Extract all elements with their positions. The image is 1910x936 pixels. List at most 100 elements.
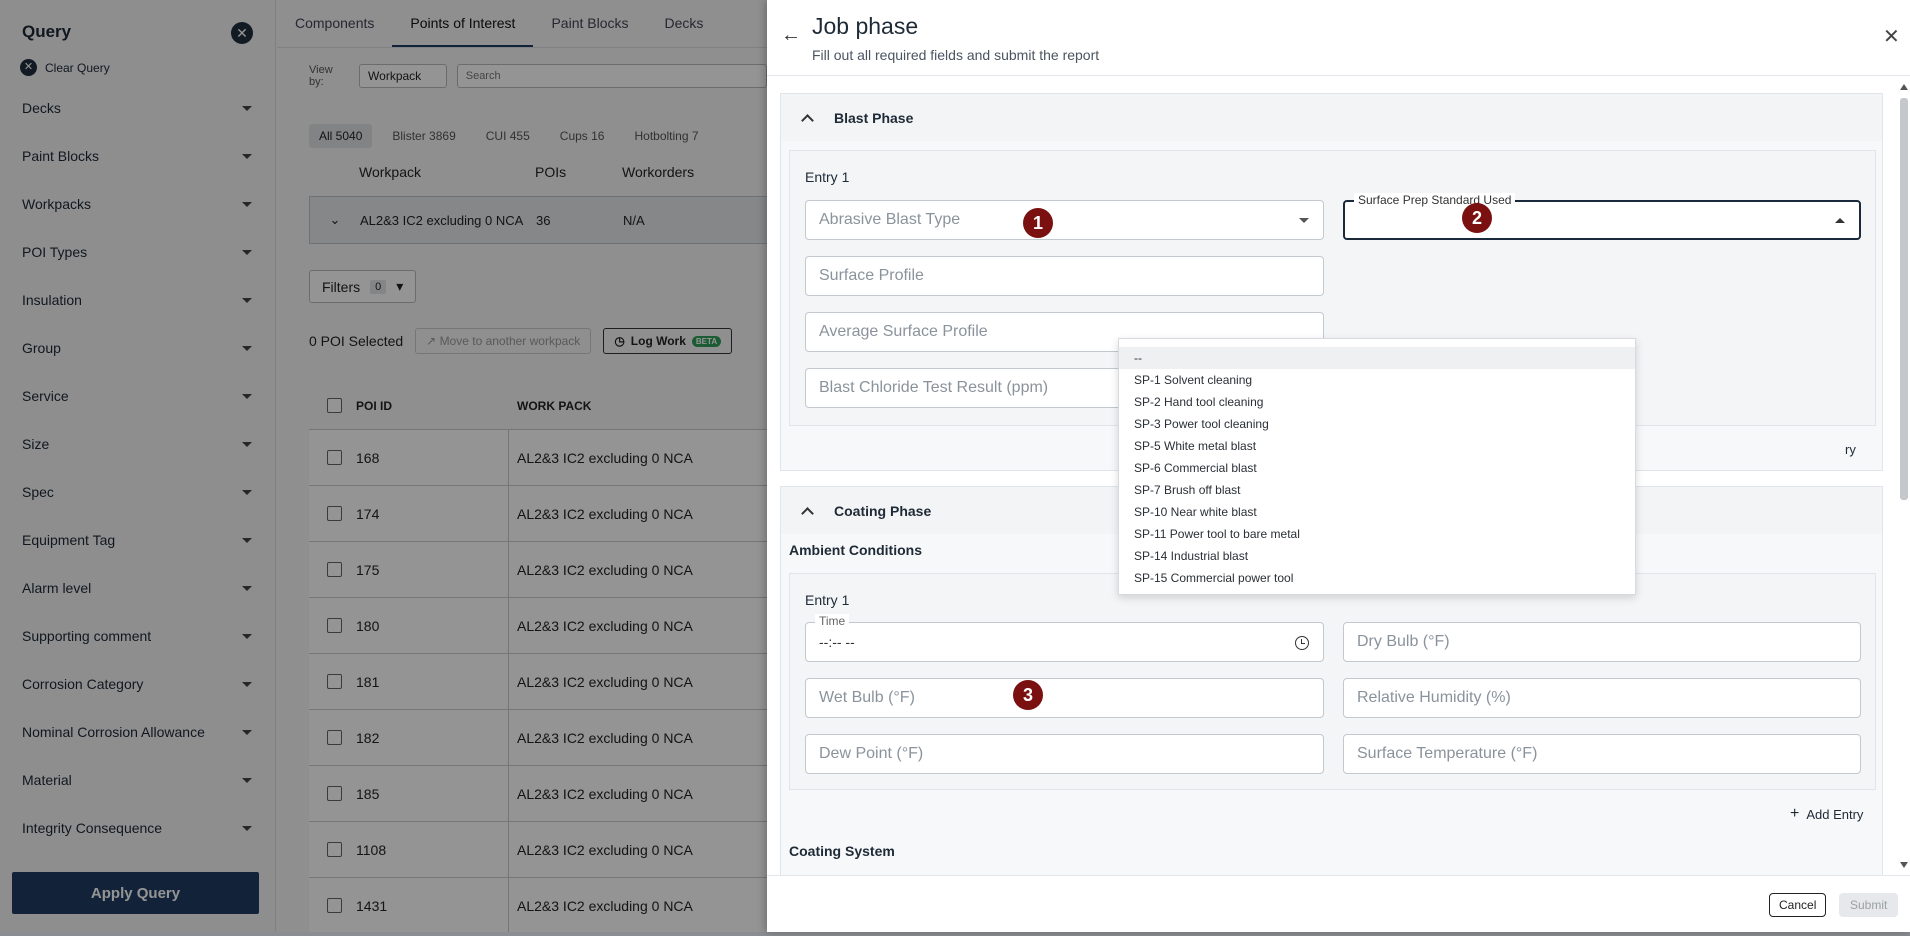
dropdown-option[interactable]: SP-6 Commercial blast — [1119, 457, 1635, 479]
scrollbar-thumb[interactable] — [1900, 98, 1908, 500]
clear-query-button[interactable]: ✕ Clear Query — [20, 59, 110, 76]
surface-profile-field[interactable]: Surface Profile — [805, 256, 1324, 296]
row-checkbox[interactable] — [327, 842, 342, 857]
chip-all[interactable]: All 5040 — [309, 124, 373, 148]
dropdown-option[interactable]: SP-15 Commercial power tool — [1119, 567, 1635, 589]
filter-equipment-tag[interactable]: Equipment Tag — [0, 516, 276, 564]
workpack-header: Workpack — [359, 164, 421, 180]
dropdown-option[interactable]: SP-11 Power tool to bare metal — [1119, 523, 1635, 545]
chevron-up-icon[interactable] — [801, 113, 814, 127]
row-checkbox[interactable] — [327, 898, 342, 913]
filter-group[interactable]: Group — [0, 324, 276, 372]
scroll-down-icon[interactable] — [1900, 862, 1908, 868]
poi-page: Components Points of Interest Paint Bloc… — [277, 0, 767, 932]
move-workpack-button[interactable]: ↗ Move to another workpack — [415, 328, 592, 354]
filter-service[interactable]: Service — [0, 372, 276, 420]
dropdown-option[interactable]: -- — [1119, 347, 1635, 369]
row-checkbox[interactable] — [327, 618, 342, 633]
tab-decks[interactable]: Decks — [647, 0, 722, 47]
row-checkbox[interactable] — [327, 450, 342, 465]
relative-humidity-field[interactable]: Relative Humidity (%) — [1343, 678, 1861, 718]
dry-bulb-field[interactable]: Dry Bulb (°F) — [1343, 622, 1861, 662]
dropdown-option[interactable]: SP-14 Industrial blast — [1119, 545, 1635, 567]
filter-decks[interactable]: Decks — [0, 84, 276, 132]
filter-label: Corrosion Category — [22, 676, 144, 692]
close-query-icon[interactable]: ✕ — [231, 22, 253, 44]
filter-size[interactable]: Size — [0, 420, 276, 468]
blast-add-entry-button[interactable]: ry — [1845, 442, 1856, 457]
table-row[interactable]: 181 AL2&3 IC2 excluding 0 NCA — [309, 654, 767, 710]
chip-hotbolting[interactable]: Hotbolting 7 — [624, 124, 708, 148]
dropdown-option[interactable]: SP-3 Power tool cleaning — [1119, 413, 1635, 435]
surface-prep-select[interactable]: Surface Prep Standard Used — [1343, 193, 1861, 240]
filter-supporting-comment[interactable]: Supporting comment — [0, 612, 276, 660]
wet-bulb-field[interactable]: Wet Bulb (°F) — [805, 678, 1324, 718]
chevron-down-icon[interactable]: ⌄ — [310, 212, 360, 228]
chip-cui[interactable]: CUI 455 — [476, 124, 540, 148]
time-input[interactable]: Time --:-- -- — [805, 614, 1324, 662]
tab-paint-blocks[interactable]: Paint Blocks — [533, 0, 646, 47]
select-all-checkbox[interactable] — [327, 398, 342, 413]
table-row[interactable]: 174 AL2&3 IC2 excluding 0 NCA — [309, 486, 767, 542]
filter-insulation[interactable]: Insulation — [0, 276, 276, 324]
chip-blister[interactable]: Blister 3869 — [382, 124, 465, 148]
poi-workpack: AL2&3 IC2 excluding 0 NCA — [508, 598, 693, 653]
view-by-select[interactable]: Workpack — [359, 64, 447, 88]
ambient-add-entry-button[interactable]: + Add Entry — [1790, 805, 1863, 823]
row-checkbox[interactable] — [327, 674, 342, 689]
cancel-button[interactable]: Cancel — [1769, 893, 1827, 917]
table-row[interactable]: 168 AL2&3 IC2 excluding 0 NCA — [309, 430, 767, 486]
table-row[interactable]: 1431 AL2&3 IC2 excluding 0 NCA — [309, 878, 767, 932]
filter-workpacks[interactable]: Workpacks — [0, 180, 276, 228]
dropdown-option[interactable]: SP-2 Hand tool cleaning — [1119, 391, 1635, 413]
filter-corrosion-category[interactable]: Corrosion Category — [0, 660, 276, 708]
log-work-label: Log Work — [630, 334, 686, 348]
poi-id: 168 — [356, 449, 380, 466]
filter-nominal-corrosion-allowance[interactable]: Nominal Corrosion Allowance — [0, 708, 276, 756]
dropdown-option[interactable]: SP-5 White metal blast — [1119, 435, 1635, 457]
table-row[interactable]: 180 AL2&3 IC2 excluding 0 NCA — [309, 598, 767, 654]
filter-alarm-level[interactable]: Alarm level — [0, 564, 276, 612]
workpack-row[interactable]: ⌄ AL2&3 IC2 excluding 0 NCA 36 N/A — [309, 196, 767, 244]
clock-icon[interactable] — [1295, 636, 1309, 650]
back-arrow-icon[interactable]: ← — [781, 24, 801, 47]
log-work-button[interactable]: ◷ Log Work BETA — [603, 328, 733, 354]
scroll-up-icon[interactable] — [1900, 84, 1908, 90]
workpack-pois: 36 — [536, 212, 551, 228]
dew-point-field[interactable]: Dew Point (°F) — [805, 734, 1324, 774]
filter-integrity-consequence[interactable]: Integrity Consequence — [0, 804, 276, 852]
filter-material[interactable]: Material — [0, 756, 276, 804]
dropdown-option[interactable]: SP-7 Brush off blast — [1119, 479, 1635, 501]
chevron-up-icon[interactable] — [801, 506, 814, 520]
filters-button[interactable]: Filters 0 ▾ — [309, 270, 417, 303]
filter-paint-blocks[interactable]: Paint Blocks — [0, 132, 276, 180]
coating-phase-title: Coating Phase — [834, 502, 932, 519]
table-row[interactable]: 1108 AL2&3 IC2 excluding 0 NCA — [309, 822, 767, 878]
tab-components[interactable]: Components — [277, 0, 392, 47]
surface-temperature-field[interactable]: Surface Temperature (°F) — [1343, 734, 1861, 774]
filter-spec[interactable]: Spec — [0, 468, 276, 516]
table-row[interactable]: 182 AL2&3 IC2 excluding 0 NCA — [309, 710, 767, 766]
apply-query-button[interactable]: Apply Query — [12, 872, 259, 914]
row-checkbox[interactable] — [327, 730, 342, 745]
dropdown-option[interactable]: SP-10 Near white blast — [1119, 501, 1635, 523]
dropdown-option[interactable]: SP-1 Solvent cleaning — [1119, 369, 1635, 391]
search-input[interactable]: Search — [456, 64, 767, 88]
table-row[interactable]: 185 AL2&3 IC2 excluding 0 NCA — [309, 766, 767, 822]
abrasive-blast-type-select[interactable]: Abrasive Blast Type — [805, 200, 1324, 240]
table-row[interactable]: 175 AL2&3 IC2 excluding 0 NCA — [309, 542, 767, 598]
blast-phase-header[interactable]: Blast Phase — [781, 94, 1882, 141]
row-checkbox[interactable] — [327, 786, 342, 801]
filter-poi-types[interactable]: POI Types — [0, 228, 276, 276]
chip-cups[interactable]: Cups 16 — [550, 124, 615, 148]
row-checkbox[interactable] — [327, 562, 342, 577]
filter-label: Equipment Tag — [22, 532, 116, 548]
tab-points-of-interest[interactable]: Points of Interest — [392, 0, 534, 47]
row-checkbox[interactable] — [327, 506, 342, 521]
poi-workpack: AL2&3 IC2 excluding 0 NCA — [508, 654, 693, 709]
submit-button[interactable]: Submit — [1839, 893, 1899, 917]
close-icon[interactable]: ✕ — [1883, 24, 1900, 49]
annotation-badge-2: 2 — [1462, 203, 1492, 233]
drawer-scrollbar[interactable] — [1900, 84, 1908, 874]
poi-id: 181 — [356, 673, 380, 690]
